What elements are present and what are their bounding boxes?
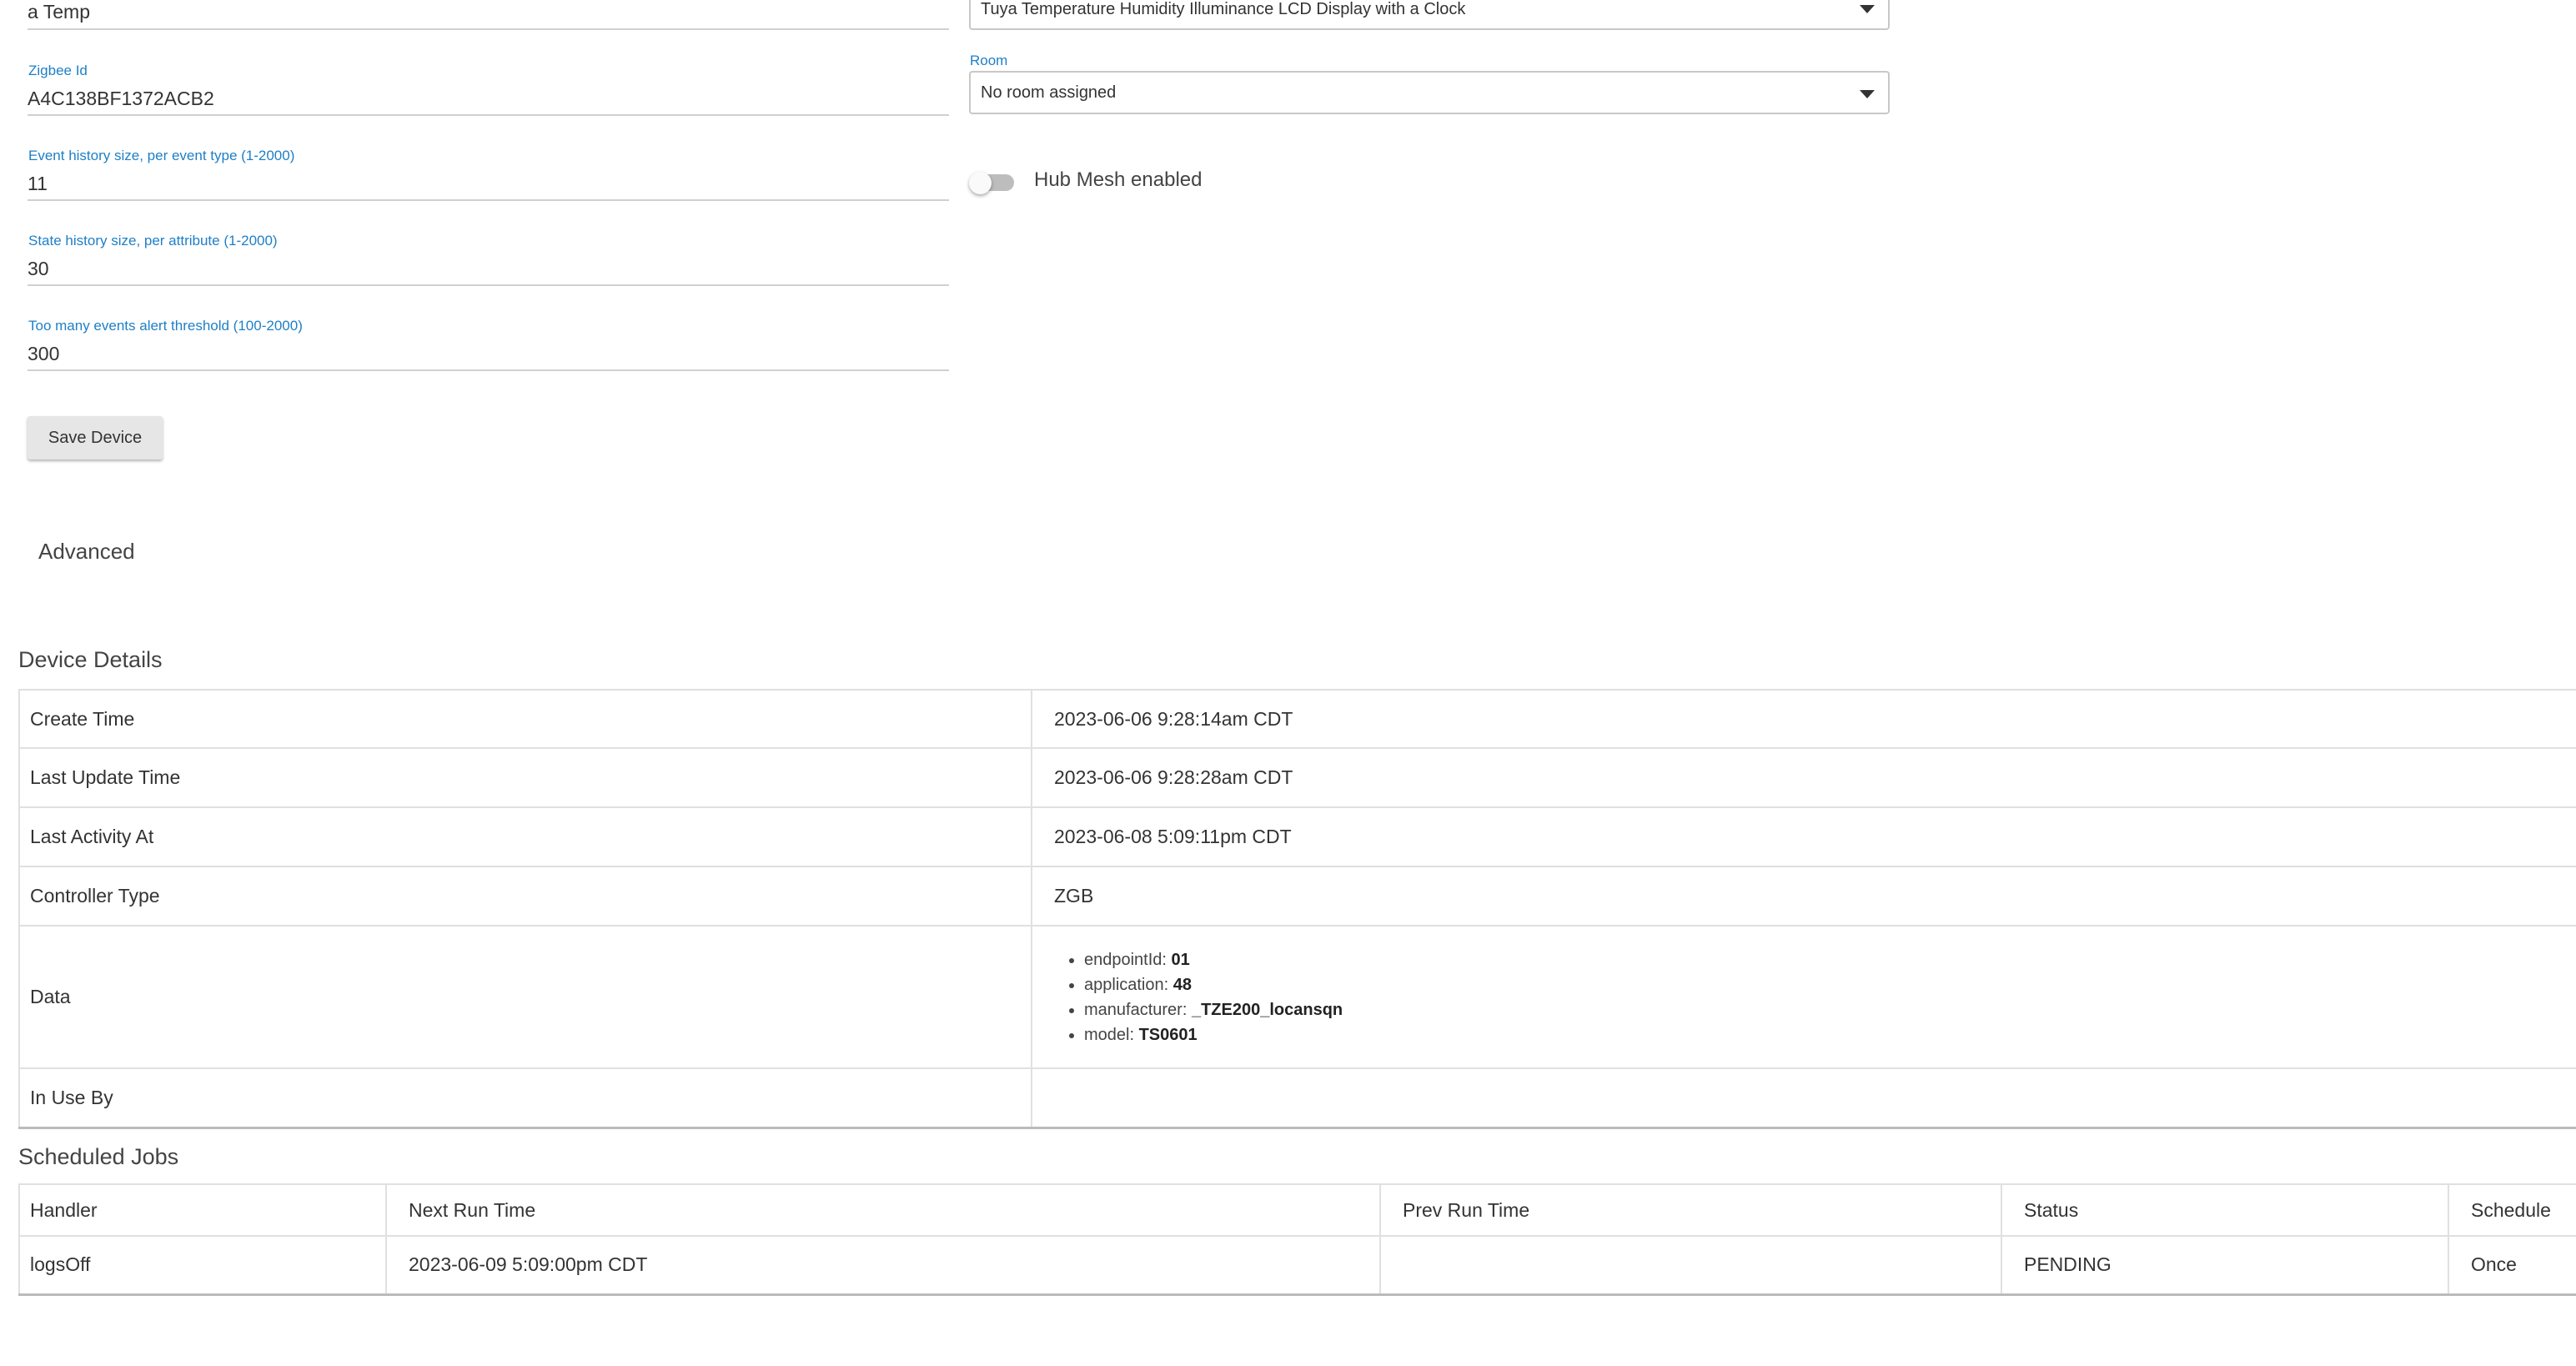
state-history-field[interactable]: 30 [28,254,949,286]
data-key: application: [1084,975,1169,994]
job-next-run: 2023-06-09 5:09:00pm CDT [385,1235,1381,1295]
data-key: endpointId: [1084,950,1167,969]
state-history-label: State history size, per attribute (1-200… [28,233,278,249]
table-row: logsOff 2023-06-09 5:09:00pm CDT PENDING… [18,1235,2576,1295]
column-header-next-run[interactable]: Next Run Time [385,1183,1381,1237]
list-item: application: 48 [1084,972,2576,997]
table-row: Data endpointId: 01 application: 48 manu… [18,925,2576,1069]
detail-value [1031,1067,2576,1128]
room-label: Room [970,53,1008,68]
job-schedule: Once [2448,1235,2576,1295]
room-select[interactable]: No room assigned [969,71,1890,114]
data-value: _TZE200_locansqn [1191,1000,1343,1019]
event-history-label: Event history size, per event type (1-20… [28,148,295,163]
table-row: Last Update Time 2023-06-06 9:28:28am CD… [18,747,2576,808]
chevron-down-icon [1860,90,1875,98]
hub-mesh-toggle[interactable] [967,167,1017,197]
detail-label: In Use By [18,1067,1032,1128]
column-header-prev-run[interactable]: Prev Run Time [1379,1183,2002,1237]
zigbee-id-label: Zigbee Id [28,63,88,78]
scheduled-jobs-table: Handler Next Run Time Prev Run Time Stat… [18,1183,2576,1296]
detail-value: 2023-06-06 9:28:14am CDT [1031,689,2576,749]
toggle-knob [969,172,992,194]
room-value: No room assigned [981,83,1117,102]
list-item: model: TS0601 [1084,1022,2576,1047]
zigbee-id-value: A4C138BF1372ACB2 [28,88,214,109]
table-row: Create Time 2023-06-06 9:28:14am CDT [18,689,2576,749]
data-value: 01 [1171,950,1190,969]
device-details-table: Create Time 2023-06-06 9:28:14am CDT Las… [18,689,2576,1129]
too-many-events-value: 300 [28,343,60,364]
device-details-title: Device Details [18,647,163,672]
table-row: Controller Type ZGB [18,866,2576,927]
save-device-button[interactable]: Save Device [28,416,163,460]
column-header-schedule[interactable]: Schedule [2448,1183,2576,1237]
detail-data-cell: endpointId: 01 application: 48 manufactu… [1031,925,2576,1069]
too-many-events-field[interactable]: 300 [28,339,949,371]
column-header-status[interactable]: Status [2001,1183,2449,1237]
table-row: Last Activity At 2023-06-08 5:09:11pm CD… [18,806,2576,867]
data-key: model: [1084,1025,1135,1044]
detail-label: Controller Type [18,866,1032,927]
job-handler: logsOff [18,1235,387,1295]
scheduled-jobs-title: Scheduled Jobs [18,1144,179,1169]
chevron-down-icon [1860,5,1875,13]
detail-value: 2023-06-08 5:09:11pm CDT [1031,806,2576,867]
detail-label: Data [18,925,1032,1069]
column-header-handler[interactable]: Handler [18,1183,387,1237]
detail-label: Last Update Time [18,747,1032,808]
device-name-value: a Temp [28,1,91,23]
detail-value: ZGB [1031,866,2576,927]
event-history-value: 11 [28,173,48,194]
state-history-value: 30 [28,258,49,279]
data-value: TS0601 [1138,1025,1198,1044]
list-item: endpointId: 01 [1084,947,2576,972]
detail-label: Create Time [18,689,1032,749]
advanced-toggle[interactable]: Advanced [38,539,135,565]
table-row: In Use By [18,1067,2576,1128]
data-value: 48 [1173,975,1192,994]
detail-value: 2023-06-06 9:28:28am CDT [1031,747,2576,808]
detail-label: Last Activity At [18,806,1032,867]
data-key: manufacturer: [1084,1000,1188,1019]
table-header-row: Handler Next Run Time Prev Run Time Stat… [18,1183,2576,1237]
device-type-value: Tuya Temperature Humidity Illuminance LC… [981,0,1466,18]
zigbee-id-field[interactable]: A4C138BF1372ACB2 [28,83,949,116]
list-item: manufacturer: _TZE200_locansqn [1084,997,2576,1022]
job-prev-run [1379,1235,2002,1295]
device-name-field[interactable]: a Temp [28,0,949,30]
event-history-field[interactable]: 11 [28,168,949,201]
data-list: endpointId: 01 application: 48 manufactu… [1032,947,2576,1047]
job-status: PENDING [2001,1235,2449,1295]
device-type-select[interactable]: Tuya Temperature Humidity Illuminance LC… [969,0,1890,30]
too-many-events-label: Too many events alert threshold (100-200… [28,318,303,334]
hub-mesh-label: Hub Mesh enabled [1034,168,1203,191]
